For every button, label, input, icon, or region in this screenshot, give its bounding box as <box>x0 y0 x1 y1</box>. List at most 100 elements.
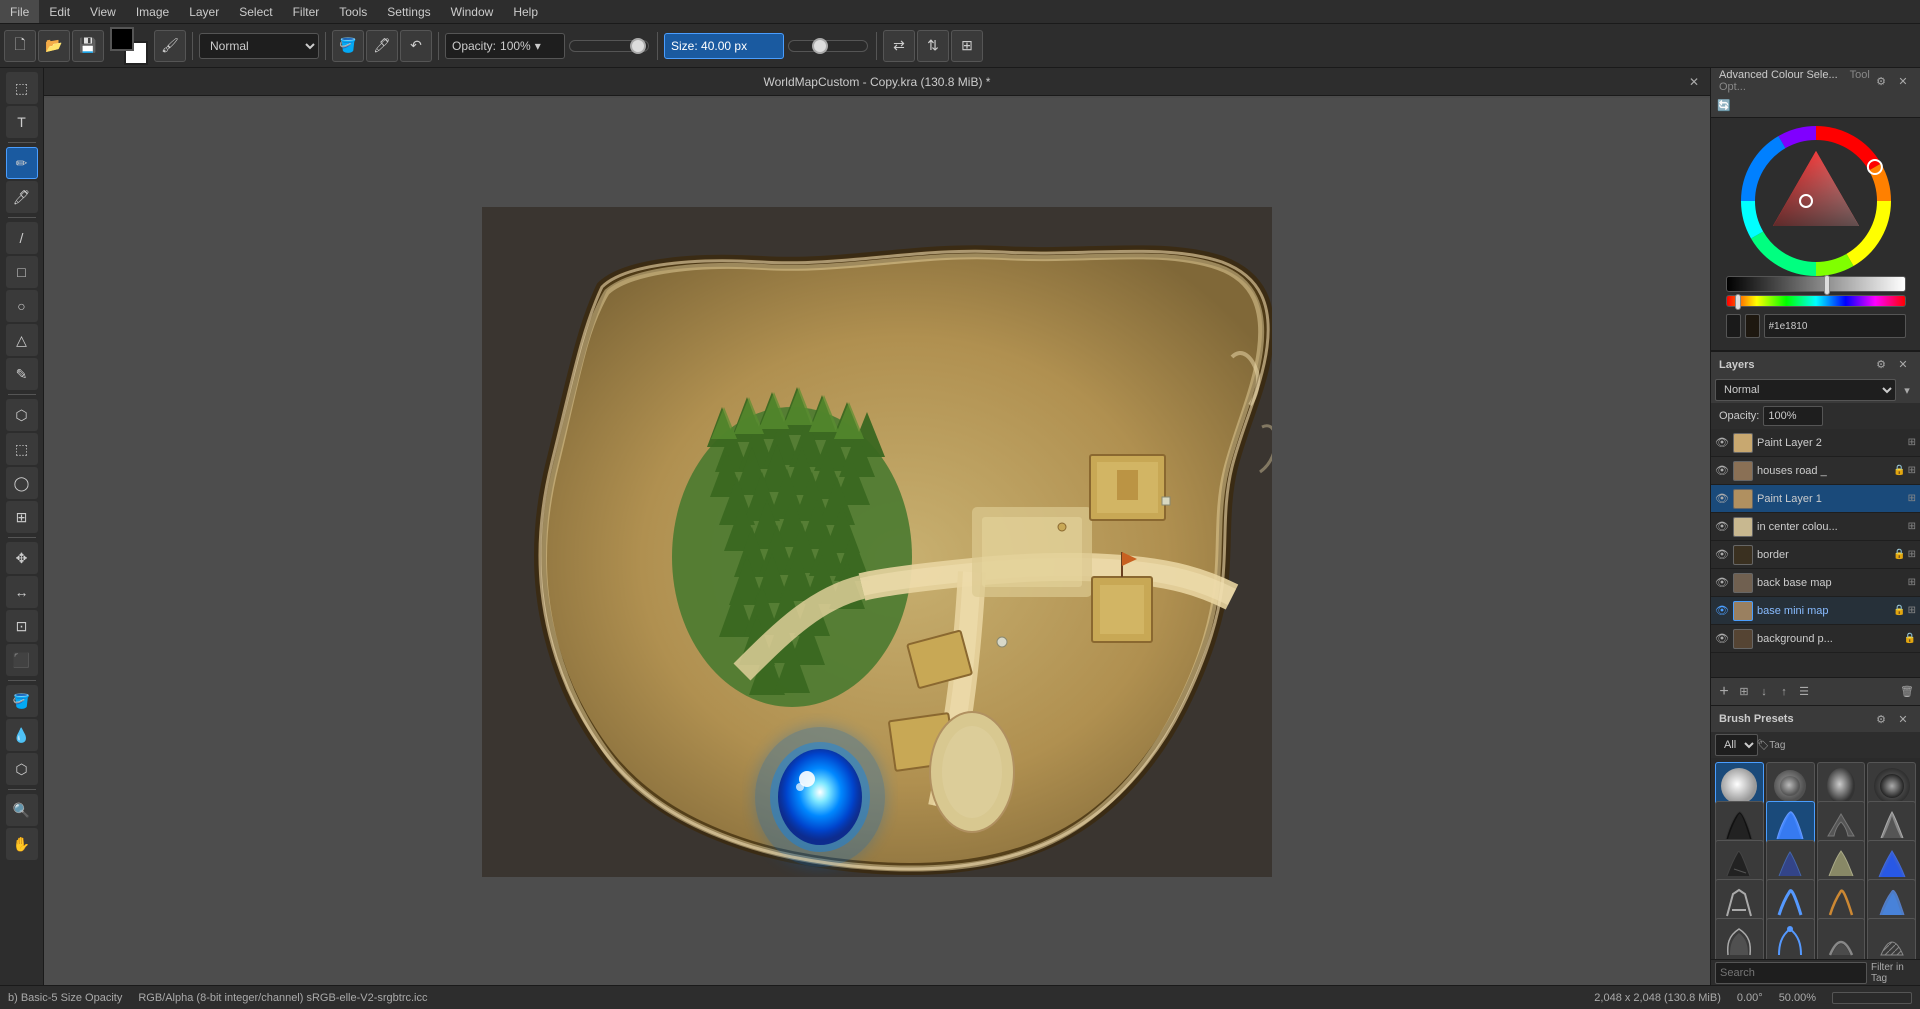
size-slider[interactable] <box>788 40 868 52</box>
freehand-select-tool[interactable]: ⬡ <box>6 399 38 431</box>
crop-tool[interactable]: ⊡ <box>6 610 38 642</box>
brush-item[interactable] <box>1715 918 1764 959</box>
ellipse-tool[interactable]: ○ <box>6 290 38 322</box>
brush-tag-button[interactable]: 🏷 Tag <box>1762 736 1780 754</box>
map-canvas[interactable] <box>482 207 1272 877</box>
polygon-tool[interactable]: △ <box>6 324 38 356</box>
zoom-tool[interactable]: 🔍 <box>6 794 38 826</box>
contiguous-select-tool[interactable]: ⊞ <box>6 501 38 533</box>
brush-panel-config[interactable]: ⚙ <box>1872 710 1890 728</box>
layer-item[interactable]: 👁 border 🔒 ⊞ <box>1711 541 1920 569</box>
smart-patch-tool[interactable]: ⬡ <box>6 753 38 785</box>
layers-opacity-input[interactable] <box>1763 406 1823 426</box>
rect-select-tool[interactable]: ⬚ <box>6 433 38 465</box>
transform-button[interactable]: ⊞ <box>951 30 983 62</box>
delete-layer-button[interactable]: 🗑 <box>1898 683 1916 701</box>
menu-image[interactable]: Image <box>126 0 179 23</box>
calligraphy-tool[interactable]: 🖊 <box>6 181 38 213</box>
brush-item[interactable] <box>1867 918 1916 959</box>
layer-item[interactable]: 👁 Paint Layer 1 ⊞ <box>1711 485 1920 513</box>
new-button[interactable]: 🗋 <box>4 30 36 62</box>
layer-item[interactable]: 👁 base mini map 🔒 ⊞ <box>1711 597 1920 625</box>
perspective-tool[interactable]: ⬛ <box>6 644 38 676</box>
filter-in-tag-label[interactable]: Filter in Tag <box>1871 962 1916 984</box>
foreground-color[interactable] <box>110 27 134 51</box>
color-selector[interactable] <box>110 27 148 65</box>
layer-item[interactable]: 👁 back base map ⊞ <box>1711 569 1920 597</box>
layer-item[interactable]: 👁 houses road _ 🔒 ⊞ <box>1711 457 1920 485</box>
layer-properties-button[interactable]: ☰ <box>1795 683 1813 701</box>
menu-layer[interactable]: Layer <box>179 0 229 23</box>
brush-settings-button[interactable]: 🖌 <box>154 30 186 62</box>
undo-button[interactable]: ↶ <box>400 30 432 62</box>
layer-blend-mode-select[interactable]: Normal <box>1715 379 1896 401</box>
layers-panel-config[interactable]: ⚙ <box>1872 356 1890 374</box>
pan-tool[interactable]: ✋ <box>6 828 38 860</box>
layer-visibility-toggle[interactable]: 👁 <box>1715 604 1729 618</box>
add-layer-button[interactable]: + <box>1715 683 1733 701</box>
paint-bucket-button[interactable]: 🪣 <box>332 30 364 62</box>
menu-settings[interactable]: Settings <box>377 0 440 23</box>
menu-select[interactable]: Select <box>229 0 282 23</box>
previous-color-swatch[interactable] <box>1726 314 1741 338</box>
eyedropper-tool[interactable]: 💧 <box>6 719 38 751</box>
layer-item[interactable]: 👁 in center colou... ⊞ <box>1711 513 1920 541</box>
layer-visibility-toggle[interactable]: 👁 <box>1715 436 1729 450</box>
fill-tool[interactable]: 🪣 <box>6 685 38 717</box>
layer-visibility-toggle[interactable]: 👁 <box>1715 576 1729 590</box>
color-selector-type-icon[interactable]: 🔄 <box>1715 97 1733 115</box>
layer-visibility-toggle[interactable]: 👁 <box>1715 520 1729 534</box>
zoom-slider[interactable] <box>1832 992 1912 1004</box>
move-tool[interactable]: ✥ <box>6 542 38 574</box>
brush-item[interactable] <box>1817 918 1866 959</box>
layer-item[interactable]: 👁 background p... 🔒 <box>1711 625 1920 653</box>
move-layer-up-button[interactable]: ↑ <box>1775 683 1793 701</box>
rect-tool[interactable]: □ <box>6 256 38 288</box>
brush-search-input[interactable] <box>1715 962 1867 984</box>
menu-file[interactable]: File <box>0 0 39 23</box>
layer-visibility-toggle[interactable]: 👁 <box>1715 632 1729 646</box>
flip-h-button[interactable]: ⇄ <box>883 30 915 62</box>
opacity-dropdown[interactable]: ▾ <box>535 39 541 53</box>
path-tool[interactable]: ✎ <box>6 358 38 390</box>
layers-panel-close[interactable]: ✕ <box>1894 356 1912 374</box>
opacity-slider[interactable] <box>569 40 649 52</box>
size-control[interactable]: Size: 40.00 px <box>664 33 784 59</box>
menu-edit[interactable]: Edit <box>39 0 80 23</box>
blend-mode-select[interactable]: Normal <box>199 33 319 59</box>
select-tool[interactable]: ⬚ <box>6 72 38 104</box>
menu-filter[interactable]: Filter <box>283 0 330 23</box>
close-tab-button[interactable]: ✕ <box>1686 74 1702 90</box>
text-tool[interactable]: T <box>6 106 38 138</box>
color-hex-input[interactable] <box>1764 314 1906 338</box>
move-layer-down-button[interactable]: ↓ <box>1755 683 1773 701</box>
lightness-slider[interactable] <box>1726 276 1906 292</box>
menu-tools[interactable]: Tools <box>329 0 377 23</box>
hue-slider[interactable] <box>1726 295 1906 307</box>
color-panel-config[interactable]: ⚙ <box>1872 72 1890 90</box>
duplicate-layer-button[interactable]: ⊞ <box>1735 683 1753 701</box>
menu-help[interactable]: Help <box>503 0 548 23</box>
layer-visibility-toggle[interactable]: 👁 <box>1715 464 1729 478</box>
flip-v-button[interactable]: ⇅ <box>917 30 949 62</box>
layer-visibility-toggle[interactable]: 👁 <box>1715 492 1729 506</box>
opacity-control[interactable]: Opacity: 100% ▾ <box>445 33 565 59</box>
brush-item[interactable] <box>1766 918 1815 959</box>
layer-visibility-toggle[interactable]: 👁 <box>1715 548 1729 562</box>
layer-item[interactable]: 👁 Paint Layer 2 ⊞ <box>1711 429 1920 457</box>
eyedropper-toolbar-button[interactable]: 🖊 <box>366 30 398 62</box>
menu-window[interactable]: Window <box>441 0 504 23</box>
brush-panel-close[interactable]: ✕ <box>1894 710 1912 728</box>
color-wheel-area[interactable] <box>1711 118 1920 350</box>
open-button[interactable]: 📂 <box>38 30 70 62</box>
menu-view[interactable]: View <box>80 0 126 23</box>
freehand-brush-tool[interactable]: ✏ <box>6 147 38 179</box>
color-panel-close[interactable]: ✕ <box>1894 72 1912 90</box>
current-color-swatch[interactable] <box>1745 314 1760 338</box>
line-tool[interactable]: / <box>6 222 38 254</box>
brush-category-select[interactable]: All <box>1715 734 1758 756</box>
color-wheel[interactable] <box>1741 126 1891 276</box>
transform-tool[interactable]: ↔ <box>6 576 38 608</box>
layer-blend-dropdown[interactable]: ▾ <box>1898 381 1916 399</box>
ellipse-select-tool[interactable]: ◯ <box>6 467 38 499</box>
